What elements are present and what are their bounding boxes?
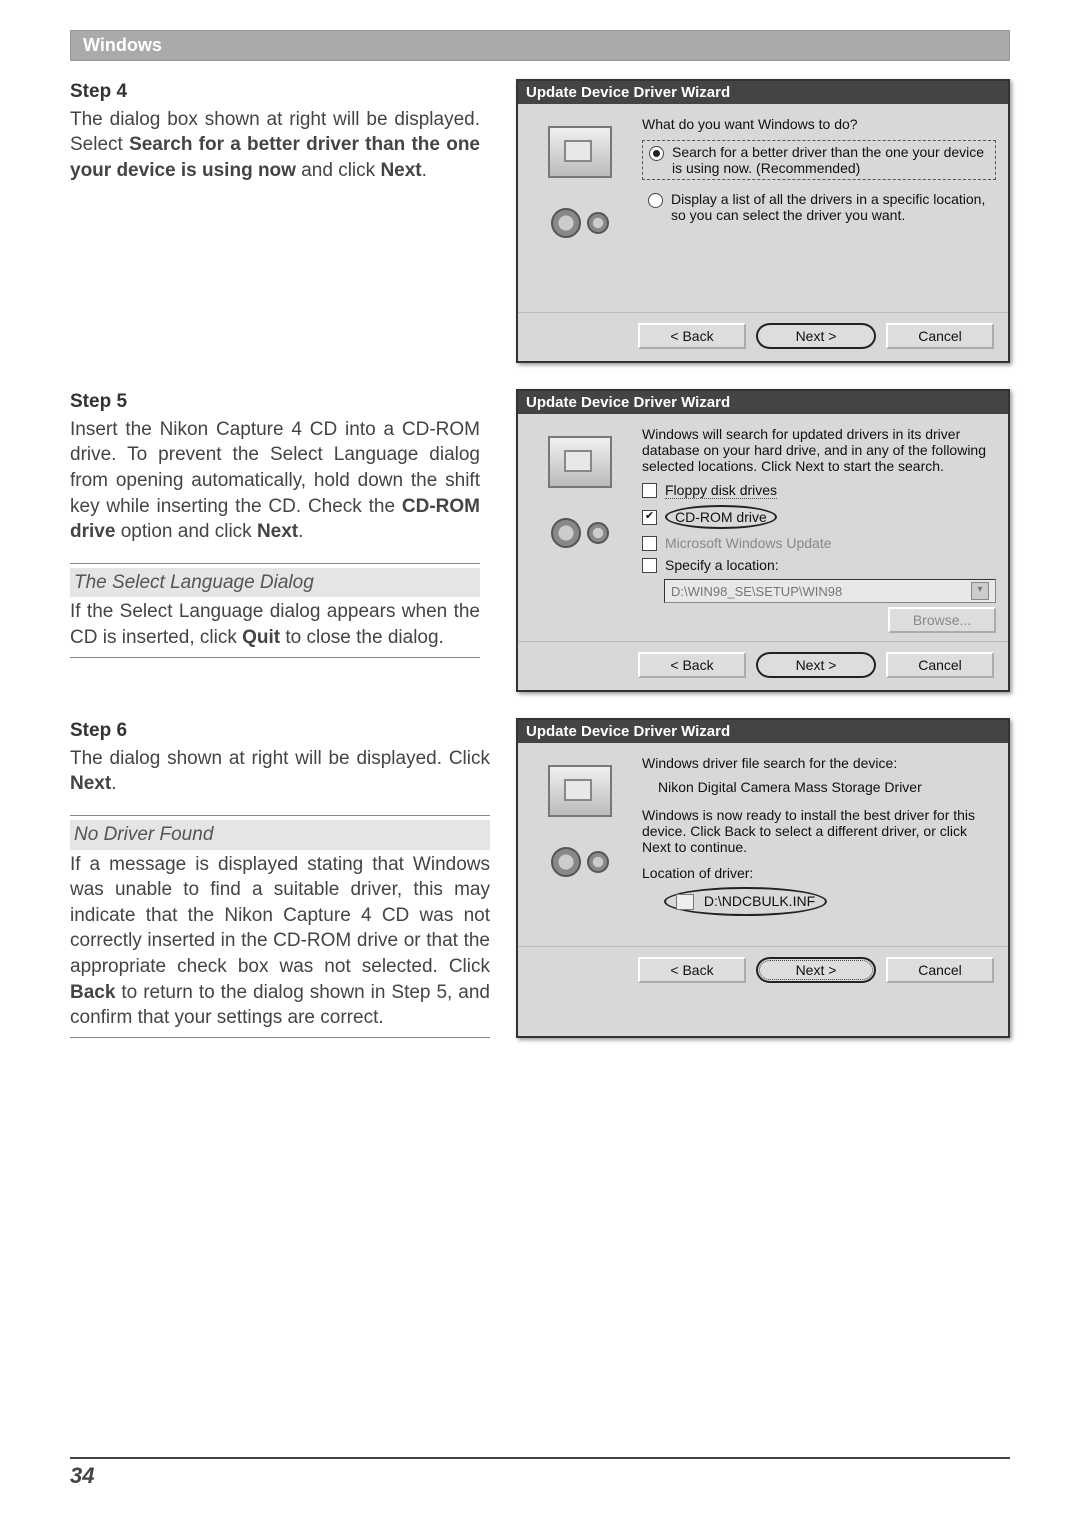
dialog-title: Update Device Driver Wizard <box>518 81 1008 104</box>
dlg6-device-name: Nikon Digital Camera Mass Storage Driver <box>658 779 996 795</box>
dlg5-heading: Windows will search for updated drivers … <box>642 426 996 474</box>
computer-icon <box>548 765 612 817</box>
step-6-title: Step 6 <box>70 718 490 744</box>
wizard-illustration-6 <box>530 755 630 938</box>
checkbox-floppy[interactable]: Floppy disk drives <box>642 482 996 499</box>
dlg6-location-label: Location of driver: <box>642 865 996 881</box>
aside6-text2: to return to the dialog shown in Step 5,… <box>70 982 490 1029</box>
aside5-bold-quit: Quit <box>242 627 280 648</box>
checkbox-empty-icon <box>642 536 657 551</box>
step-4-block: Step 4 The dialog box shown at right wil… <box>70 79 1010 363</box>
dialog-title-6: Update Device Driver Wizard <box>518 720 1008 743</box>
dialog-step5: Update Device Driver Wizard Windows will… <box>516 389 1010 692</box>
next-button[interactable]: Next > <box>756 323 876 349</box>
step-5-text2: option and click <box>115 521 257 542</box>
gears-icon <box>545 837 615 887</box>
cancel-button[interactable]: Cancel <box>886 957 994 983</box>
step-6-body: The dialog shown at right will be displa… <box>70 746 490 797</box>
section-header: Windows <box>70 30 1010 61</box>
step-5-aside: The Select Language Dialog If the Select… <box>70 563 480 658</box>
step-4-text2: and click <box>296 160 380 181</box>
page-number: 34 <box>70 1457 1010 1489</box>
step-4-body: The dialog box shown at right will be di… <box>70 107 480 184</box>
step-5-block: Step 5 Insert the Nikon Capture 4 CD int… <box>70 389 1010 692</box>
step-6-aside: No Driver Found If a message is displaye… <box>70 815 490 1038</box>
radio-empty-icon <box>648 193 663 208</box>
checkbox-checked-icon <box>642 510 657 525</box>
step-5-title: Step 5 <box>70 389 480 415</box>
dlg4-heading: What do you want Windows to do? <box>642 116 996 132</box>
dialog-step6: Update Device Driver Wizard Windows driv… <box>516 718 1010 1038</box>
checkbox-cdrom[interactable]: CD-ROM drive <box>642 505 996 529</box>
step-5-body: Insert the Nikon Capture 4 CD into a CD-… <box>70 417 480 545</box>
gears-icon <box>545 198 615 248</box>
step-5-text3: . <box>298 521 303 542</box>
step-6-text: The dialog shown at right will be displa… <box>70 748 490 769</box>
wizard-illustration-5 <box>530 426 630 633</box>
dropdown-arrow-icon[interactable]: ▾ <box>971 582 989 600</box>
next-button[interactable]: Next > <box>756 957 876 983</box>
cancel-button[interactable]: Cancel <box>886 652 994 678</box>
gears-icon <box>545 508 615 558</box>
radio-display-list-label: Display a list of all the drivers in a s… <box>671 191 990 223</box>
step-6-text2: . <box>111 773 116 794</box>
checkbox-windows-update[interactable]: Microsoft Windows Update <box>642 535 996 551</box>
computer-icon <box>548 126 612 178</box>
checkbox-windows-update-label: Microsoft Windows Update <box>665 535 832 551</box>
location-path-value: D:\WIN98_SE\SETUP\WIN98 <box>671 584 842 599</box>
checkbox-empty-icon <box>642 483 657 498</box>
dlg6-ready-text: Windows is now ready to install the best… <box>642 807 996 855</box>
dlg6-heading: Windows driver file search for the devic… <box>642 755 996 771</box>
browse-button[interactable]: Browse... <box>888 607 996 633</box>
aside6-bold-back: Back <box>70 982 115 1003</box>
radio-display-list[interactable]: Display a list of all the drivers in a s… <box>642 188 996 226</box>
aside-title-select-language: The Select Language Dialog <box>70 568 480 598</box>
step-4-bold-next: Next <box>380 160 421 181</box>
aside5-text2: to close the dialog. <box>280 627 444 648</box>
back-button[interactable]: < Back <box>638 323 746 349</box>
radio-dot-icon <box>649 146 664 161</box>
checkbox-cdrom-label: CD-ROM drive <box>665 505 777 529</box>
back-button[interactable]: < Back <box>638 957 746 983</box>
step-5-bold-next: Next <box>257 521 298 542</box>
dialog-step4: Update Device Driver Wizard What do you … <box>516 79 1010 363</box>
step-6-block: Step 6 The dialog shown at right will be… <box>70 718 1010 1038</box>
aside-title-no-driver: No Driver Found <box>70 820 490 850</box>
aside6-text: If a message is displayed stating that W… <box>70 854 490 978</box>
cancel-button[interactable]: Cancel <box>886 323 994 349</box>
checkbox-floppy-label: Floppy disk drives <box>665 482 777 499</box>
location-path-input[interactable]: D:\WIN98_SE\SETUP\WIN98 ▾ <box>664 579 996 603</box>
step-6-bold-next: Next <box>70 773 111 794</box>
checkbox-specify-location-label: Specify a location: <box>665 557 779 573</box>
checkbox-specify-location[interactable]: Specify a location: <box>642 557 996 573</box>
step-4-title: Step 4 <box>70 79 480 105</box>
dlg6-location-row: D:\NDCBULK.INF <box>664 887 996 916</box>
computer-icon <box>548 436 612 488</box>
next-button[interactable]: Next > <box>756 652 876 678</box>
dlg6-location-path: D:\NDCBULK.INF <box>704 893 815 909</box>
checkbox-empty-icon <box>642 558 657 573</box>
radio-search-better[interactable]: Search for a better driver than the one … <box>642 140 996 180</box>
radio-search-better-label: Search for a better driver than the one … <box>672 144 989 176</box>
step-4-text3: . <box>422 160 427 181</box>
back-button[interactable]: < Back <box>638 652 746 678</box>
dialog-title-5: Update Device Driver Wizard <box>518 391 1008 414</box>
document-icon <box>676 894 694 910</box>
wizard-illustration <box>530 116 630 304</box>
